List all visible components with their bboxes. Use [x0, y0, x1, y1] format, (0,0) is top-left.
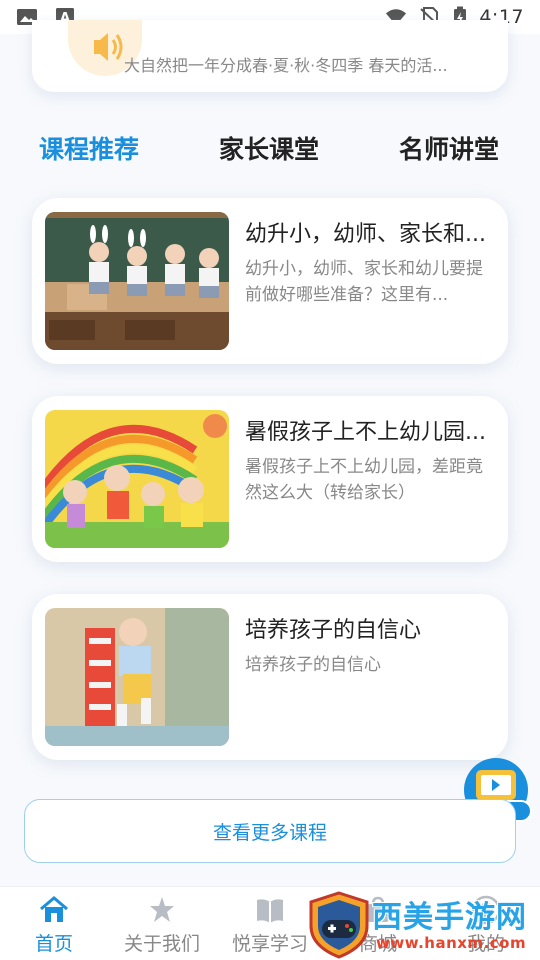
view-more-courses-button[interactable]: 查看更多课程 — [24, 799, 516, 863]
course-description: 幼升小，幼师、家长和幼儿要提前做好哪些准备？这里有... — [245, 259, 483, 305]
watermark-text: 西美手游网 — [372, 900, 527, 935]
book-icon — [257, 899, 283, 923]
watermark-url: www.hanxm.com — [376, 934, 527, 952]
course-thumbnail — [45, 608, 229, 746]
nav-label: 悦享学习 — [231, 933, 308, 955]
audio-description: 大自然把一年分成春·夏·秋·冬四季 春天的活... — [124, 56, 448, 75]
course-title: 暑假孩子上不上幼儿园... — [245, 420, 486, 445]
home-icon — [40, 896, 68, 922]
course-thumbnail — [45, 212, 229, 350]
tab-parent-class[interactable]: 家长课堂 — [219, 130, 319, 166]
site-watermark: 西美手游网 www.hanxm.com — [302, 890, 540, 960]
nav-label: 首页 — [34, 933, 73, 955]
course-thumbnail — [45, 410, 229, 548]
gamepad-shield-icon — [309, 891, 369, 959]
course-title: 幼升小，幼师、家长和... — [245, 222, 486, 247]
nav-label: 关于我们 — [123, 933, 200, 955]
course-card[interactable]: 培养孩子的自信心 培养孩子的自信心 — [32, 594, 508, 760]
nav-home[interactable]: 首页 — [4, 895, 104, 957]
category-tabs: 课程推荐 家长课堂 名师讲堂 — [0, 130, 540, 170]
tab-famous-teacher[interactable]: 名师讲堂 — [399, 130, 499, 166]
tab-course-recommend[interactable]: 课程推荐 — [39, 130, 139, 166]
nav-about[interactable]: 关于我们 — [112, 895, 212, 957]
course-card[interactable]: 暑假孩子上不上幼儿园... 暑假孩子上不上幼儿园，差距竟然这么大（转给家长） — [32, 396, 508, 562]
course-card[interactable]: 幼升小，幼师、家长和... 幼升小，幼师、家长和幼儿要提前做好哪些准备？这里有.… — [32, 198, 508, 364]
course-description: 暑假孩子上不上幼儿园，差距竟然这么大（转给家长） — [245, 457, 483, 503]
course-description: 培养孩子的自信心 — [245, 655, 381, 675]
course-title: 培养孩子的自信心 — [245, 618, 422, 643]
star-person-icon — [150, 897, 174, 922]
